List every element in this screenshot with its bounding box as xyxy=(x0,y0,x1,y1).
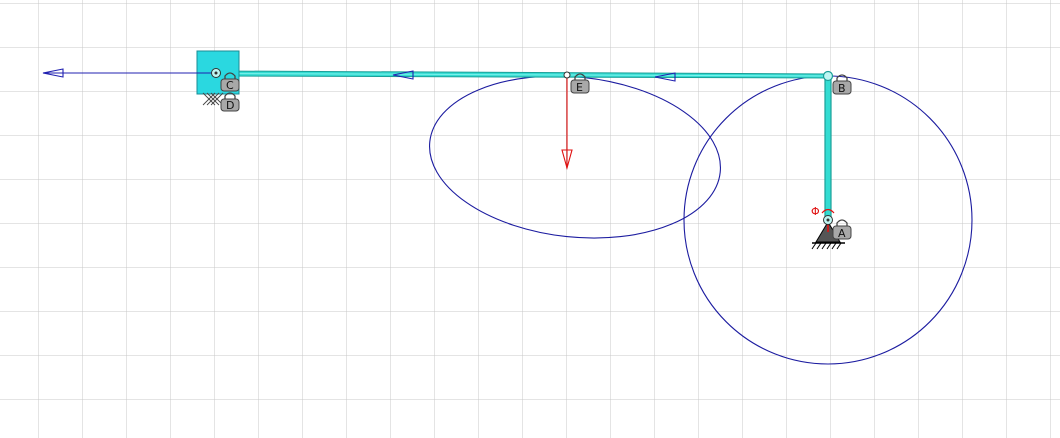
joint-e[interactable] xyxy=(563,71,571,79)
label-a: A xyxy=(838,227,846,240)
label-c: C xyxy=(226,79,234,92)
joint-a[interactable] xyxy=(823,215,833,225)
angle-label: Φ xyxy=(811,205,820,218)
joint-c[interactable] xyxy=(211,68,221,78)
joint-b[interactable] xyxy=(822,70,834,82)
label-e: E xyxy=(576,81,583,94)
mechanism-canvas[interactable]: Φ C D E B A xyxy=(0,0,1060,438)
link-ab[interactable] xyxy=(824,75,832,221)
label-b: B xyxy=(838,82,846,95)
label-d: D xyxy=(226,99,234,112)
grid-background xyxy=(0,0,1060,438)
